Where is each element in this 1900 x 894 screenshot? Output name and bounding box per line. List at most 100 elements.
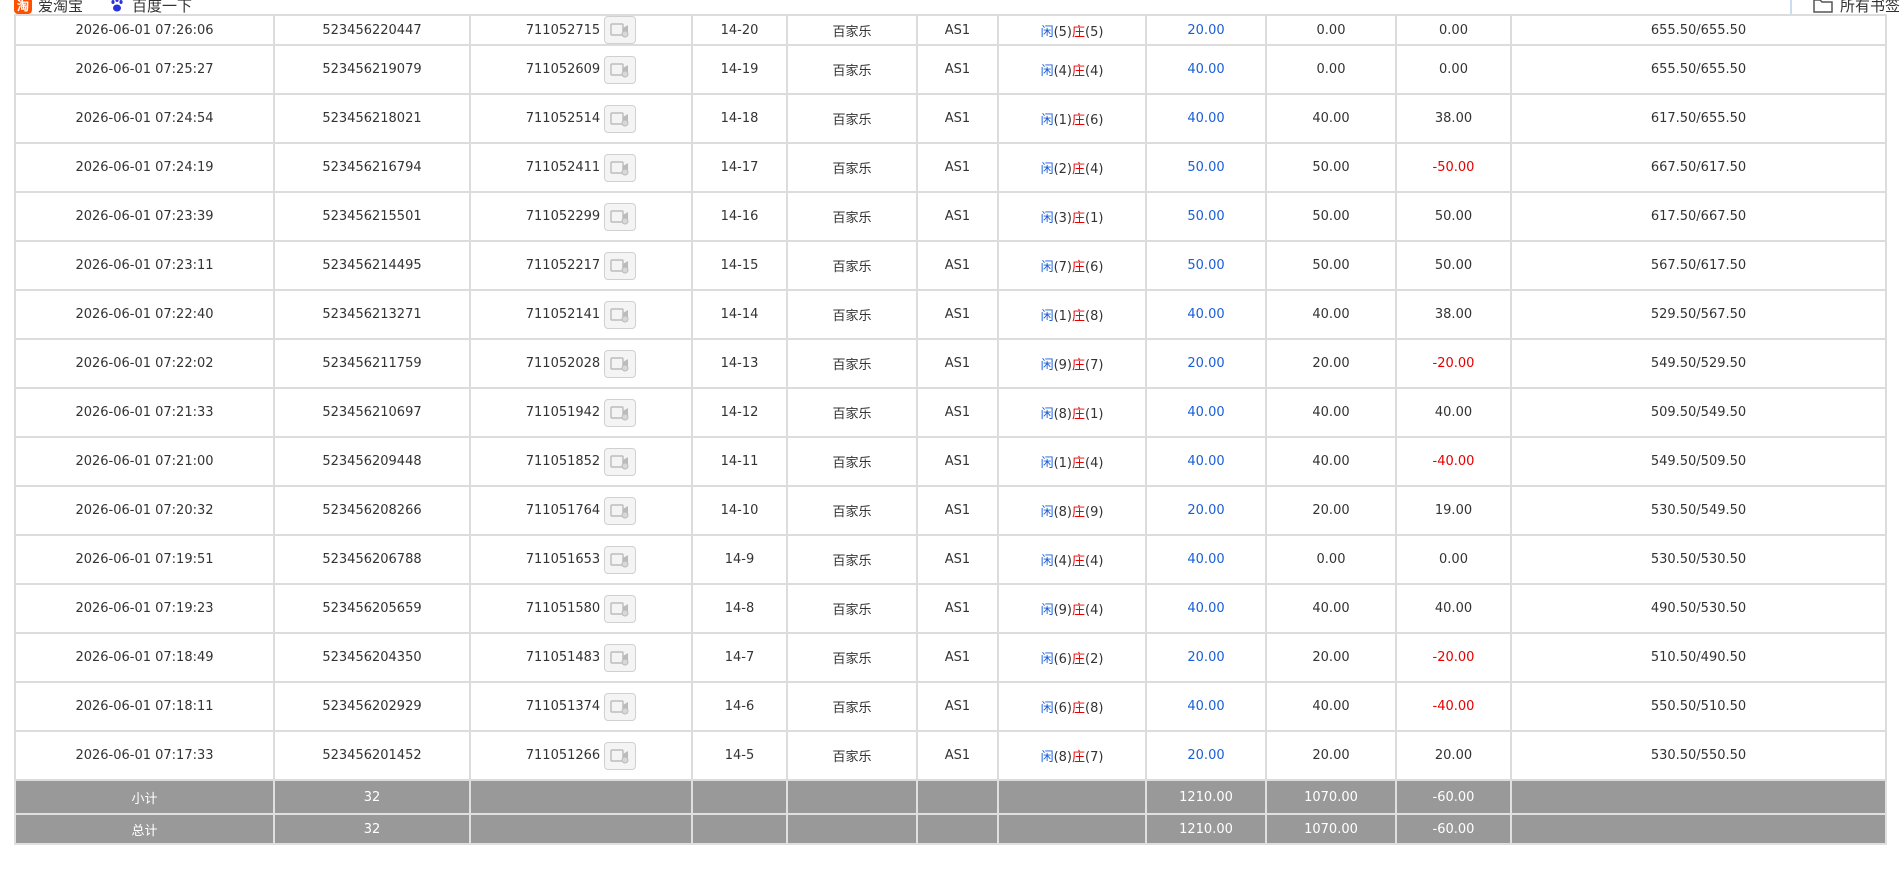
- round-cell: 711052411: [469, 142, 693, 193]
- replay-video-icon[interactable]: [604, 202, 637, 231]
- player-score: (8): [1053, 750, 1072, 765]
- table-code: AS1: [916, 240, 999, 291]
- banker-score: (2): [1085, 652, 1104, 667]
- balance-before-after: 655.50/655.50: [1510, 44, 1887, 95]
- replay-video-icon[interactable]: [604, 496, 637, 525]
- banker-score: (4): [1085, 554, 1104, 569]
- game-result: 闲(3)庄(1): [997, 191, 1147, 242]
- player-score: (3): [1053, 211, 1072, 226]
- round-cell: 711051483: [469, 632, 693, 683]
- bet-amount[interactable]: 20.00: [1145, 485, 1267, 536]
- win-loss: 0.00: [1395, 534, 1512, 585]
- bet-amount[interactable]: 50.00: [1145, 142, 1267, 193]
- banker-label: 庄: [1072, 652, 1086, 667]
- replay-video-icon[interactable]: [604, 741, 637, 770]
- replay-video-icon[interactable]: [604, 447, 637, 476]
- valid-bet: 40.00: [1265, 289, 1397, 340]
- order-number: 523456205659: [273, 583, 471, 634]
- bet-time: 2026-06-01 07:23:39: [14, 191, 275, 242]
- banker-label: 庄: [1072, 750, 1086, 765]
- replay-video-icon[interactable]: [604, 398, 637, 427]
- bet-amount[interactable]: 40.00: [1145, 44, 1267, 95]
- player-label: 闲: [1040, 505, 1054, 520]
- game-type: 百家乐: [786, 632, 918, 683]
- shoe-number: 14-9: [691, 534, 788, 585]
- game-type: 百家乐: [786, 730, 918, 781]
- bookmark-baidu[interactable]: 百度一下: [108, 0, 192, 14]
- player-label: 闲: [1040, 652, 1054, 667]
- replay-video-icon[interactable]: [604, 545, 637, 574]
- replay-video-icon[interactable]: [604, 153, 637, 182]
- game-result: 闲(7)庄(6): [997, 240, 1147, 291]
- player-label: 闲: [1040, 456, 1054, 471]
- table-code: AS1: [916, 436, 999, 487]
- balance-before-after: 510.50/490.50: [1510, 632, 1887, 683]
- bet-amount[interactable]: 40.00: [1145, 583, 1267, 634]
- game-result: 闲(6)庄(2): [997, 632, 1147, 683]
- banker-score: (1): [1085, 211, 1104, 226]
- taobao-icon: 淘: [14, 0, 32, 14]
- bet-amount[interactable]: 40.00: [1145, 681, 1267, 732]
- bookmark-all-bookmarks[interactable]: 所有书签: [1812, 0, 1900, 14]
- replay-video-icon[interactable]: [604, 55, 637, 84]
- round-cell: 711051580: [469, 583, 693, 634]
- game-result: 闲(8)庄(9): [997, 485, 1147, 536]
- balance-before-after: 667.50/617.50: [1510, 142, 1887, 193]
- bet-amount[interactable]: 50.00: [1145, 240, 1267, 291]
- bet-amount[interactable]: 20.00: [1145, 730, 1267, 781]
- total-empty: [469, 813, 693, 845]
- bet-amount[interactable]: 50.00: [1145, 191, 1267, 242]
- bet-amount[interactable]: 40.00: [1145, 436, 1267, 487]
- game-type: 百家乐: [786, 289, 918, 340]
- banker-label: 庄: [1072, 24, 1086, 40]
- banker-label: 庄: [1072, 309, 1086, 324]
- round-number: 711051942: [525, 405, 601, 420]
- round-cell: 711051764: [469, 485, 693, 536]
- table-code: AS1: [916, 632, 999, 683]
- player-label: 闲: [1040, 211, 1054, 226]
- table-row: 2026-06-01 07:24:19 523456216794 711052411…: [14, 142, 1887, 193]
- bet-amount[interactable]: 40.00: [1145, 387, 1267, 438]
- bet-amount[interactable]: 40.00: [1145, 289, 1267, 340]
- subtotal-empty: [997, 779, 1147, 815]
- bet-time: 2026-06-01 07:22:40: [14, 289, 275, 340]
- total-valid: 1070.00: [1265, 813, 1397, 845]
- bet-amount[interactable]: 20.00: [1145, 338, 1267, 389]
- replay-video-icon[interactable]: [604, 104, 637, 133]
- replay-video-icon[interactable]: [604, 594, 637, 623]
- player-score: (1): [1053, 309, 1072, 324]
- banker-score: (4): [1085, 603, 1104, 618]
- order-number: 523456220447: [273, 14, 471, 46]
- bet-amount[interactable]: 20.00: [1145, 14, 1267, 46]
- bet-records-table-wrap: 2026-06-01 07:26:06 523456220447 711052715…: [14, 14, 1887, 845]
- shoe-number: 14-20: [691, 14, 788, 46]
- table-code: AS1: [916, 681, 999, 732]
- subtotal-valid: 1070.00: [1265, 779, 1397, 815]
- balance-before-after: 490.50/530.50: [1510, 583, 1887, 634]
- order-number: 523456216794: [273, 142, 471, 193]
- replay-video-icon[interactable]: [604, 300, 637, 329]
- subtotal-empty: [916, 779, 999, 815]
- replay-video-icon[interactable]: [604, 16, 637, 44]
- game-result: 闲(1)庄(6): [997, 93, 1147, 144]
- order-number: 523456214495: [273, 240, 471, 291]
- bet-amount[interactable]: 40.00: [1145, 534, 1267, 585]
- table-code: AS1: [916, 191, 999, 242]
- round-number: 711051374: [525, 699, 601, 714]
- bet-amount[interactable]: 40.00: [1145, 93, 1267, 144]
- round-cell: 711052217: [469, 240, 693, 291]
- round-number: 711052217: [525, 258, 601, 273]
- game-result: 闲(1)庄(8): [997, 289, 1147, 340]
- player-score: (4): [1053, 64, 1072, 79]
- replay-video-icon[interactable]: [604, 643, 637, 672]
- total-label: 总计: [14, 813, 275, 845]
- replay-video-icon[interactable]: [604, 251, 637, 280]
- bookmark-taobao[interactable]: 淘 爱淘宝: [14, 0, 83, 14]
- bet-amount[interactable]: 20.00: [1145, 632, 1267, 683]
- replay-video-icon[interactable]: [604, 349, 637, 378]
- win-loss: 50.00: [1395, 191, 1512, 242]
- total-empty: [916, 813, 999, 845]
- shoe-number: 14-19: [691, 44, 788, 95]
- replay-video-icon[interactable]: [604, 692, 637, 721]
- banker-score: (1): [1085, 407, 1104, 422]
